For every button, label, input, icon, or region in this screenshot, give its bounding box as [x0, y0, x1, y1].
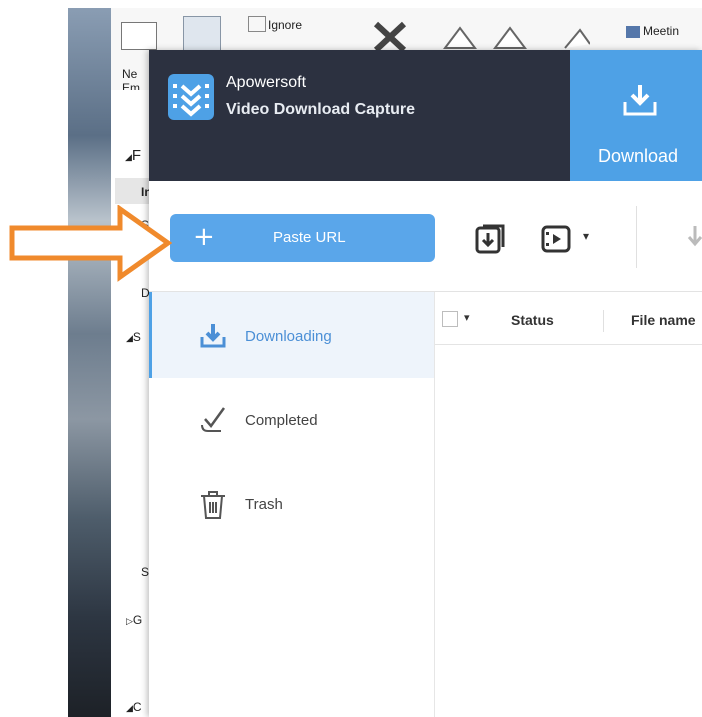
sidebar-item-completed-label: Completed [245, 412, 318, 429]
download-file-icon[interactable] [474, 223, 508, 255]
tab-download[interactable]: Download [570, 50, 702, 181]
sidebar-item-downloading-label: Downloading [245, 328, 332, 345]
column-header-file-name[interactable]: File name [631, 312, 696, 328]
outlook-folder-g[interactable]: ▷G [126, 613, 142, 627]
desktop-wallpaper [68, 8, 111, 717]
select-dropdown-caret-icon[interactable]: ▾ [464, 311, 470, 324]
sidebar-item-trash[interactable] [149, 464, 434, 550]
plus-icon: + [193, 222, 215, 252]
video-dropdown-caret-icon[interactable]: ▾ [583, 229, 589, 243]
ignore-icon[interactable] [248, 16, 266, 32]
new-email-icon[interactable] [121, 22, 157, 50]
sidebar-item-trash-label: Trash [245, 496, 283, 513]
video-file-icon[interactable] [540, 223, 574, 255]
respond-icons[interactable] [440, 14, 590, 54]
select-all-checkbox[interactable] [442, 311, 458, 327]
partial-toolbar-icon[interactable] [685, 222, 702, 252]
app-brand: Apowersoft [226, 74, 307, 91]
checkmark-icon [201, 407, 226, 432]
outlook-folder-s3[interactable]: S [141, 565, 149, 579]
meeting-icon[interactable] [626, 26, 640, 38]
app-logo [168, 74, 214, 120]
logo-chevrons-icon [173, 84, 209, 117]
trash-icon [201, 491, 225, 519]
download-tray-icon [623, 85, 657, 116]
outlook-folder-f[interactable]: ◢F [125, 147, 141, 164]
column-separator [603, 310, 604, 332]
outlook-new-label: Ne [122, 67, 138, 81]
app-name: Video Download Capture [226, 101, 416, 118]
ignore-label[interactable]: Ignore [268, 18, 302, 32]
outlook-folder-c[interactable]: ◢C [126, 700, 142, 714]
tab-download-label: Download [598, 146, 679, 166]
column-header-status[interactable]: Status [511, 312, 554, 328]
delete-icon[interactable] [370, 20, 410, 54]
toolbar-divider [636, 206, 637, 268]
outlook-folder-s2[interactable]: ◢S [126, 330, 141, 344]
new-items-icon[interactable] [183, 16, 221, 52]
orange-annotation-arrow [9, 205, 173, 282]
meeting-label[interactable]: Meetin [643, 24, 679, 38]
download-icon [200, 324, 226, 348]
paste-url-label: Paste URL [273, 229, 346, 246]
